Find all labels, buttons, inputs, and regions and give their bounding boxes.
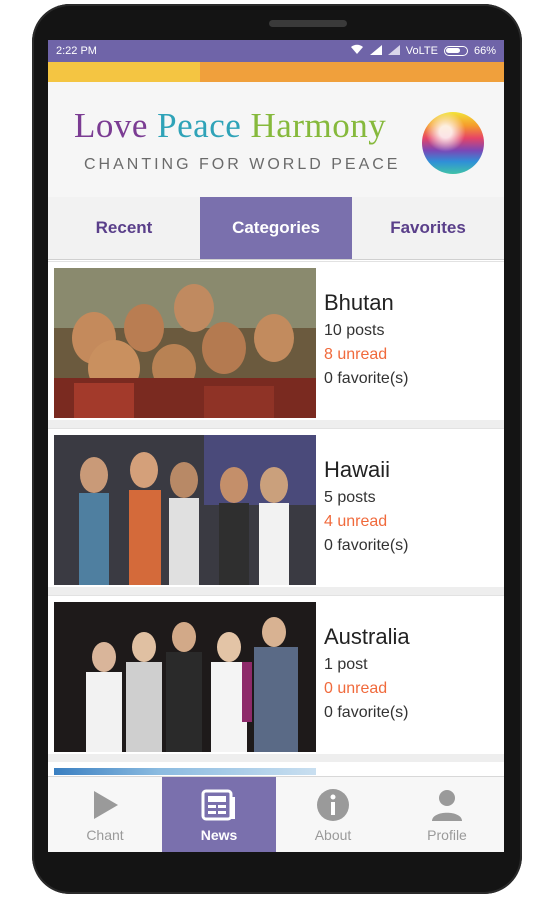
play-icon [90,787,120,823]
category-post-count: 5 posts [324,489,376,506]
newspaper-icon [201,787,237,823]
speaker-grille [269,20,347,27]
category-card-partial[interactable] [48,762,504,775]
tab-categories[interactable]: Categories [200,197,352,259]
rainbow-globe-icon [422,112,484,174]
signal-icon-2 [387,44,400,58]
category-photo [54,268,316,418]
nav-about[interactable]: About [276,777,390,852]
nav-news[interactable]: News [162,777,276,852]
category-card-hawaii[interactable]: Hawaii 5 posts 4 unread 0 favorite(s) [48,428,504,587]
category-photo [54,602,316,752]
app-logo-title: Love Peace Harmony [74,106,387,145]
category-card-australia[interactable]: Australia 1 post 0 unread 0 favorite(s) [48,595,504,754]
status-time: 2:22 PM [56,45,97,57]
category-card-bhutan[interactable]: Bhutan 10 posts 8 unread 0 favorite(s) [48,261,504,420]
category-favorite-count: 0 favorite(s) [324,370,409,387]
category-favorite-count: 0 favorite(s) [324,704,409,721]
nav-profile[interactable]: Profile [390,777,504,852]
info-icon [316,787,350,823]
category-unread-count: 4 unread [324,513,388,530]
status-bar: 2:22 PM VoLTE 66% [48,40,504,62]
brand-header: Love Peace Harmony CHANTING FOR WORLD PE… [48,82,504,197]
category-unread-count: 8 unread [324,346,388,363]
app-screen: 2:22 PM VoLTE 66% Love Peace Harmony CHA… [48,40,504,852]
nav-chant[interactable]: Chant [48,777,162,852]
tab-recent[interactable]: Recent [48,197,200,259]
app-logo-subtitle: CHANTING FOR WORLD PEACE [84,156,401,173]
category-post-count: 10 posts [324,322,385,339]
signal-icon [369,44,382,58]
nav-profile-label: Profile [427,827,467,843]
wifi-icon [350,44,364,58]
network-type: VoLTE [405,45,438,57]
battery-icon [443,46,468,56]
category-photo [54,435,316,585]
category-name: Bhutan [324,290,394,315]
battery-level: 66% [473,45,496,57]
nav-chant-label: Chant [86,827,124,843]
tab-bar: Recent Categories Favorites [48,197,504,260]
category-name: Hawaii [324,457,391,482]
category-post-count: 1 post [324,656,368,673]
tab-favorites[interactable]: Favorites [352,197,504,259]
category-list: Bhutan 10 posts 8 unread 0 favorite(s) H… [48,261,504,775]
category-favorite-count: 0 favorite(s) [324,537,409,554]
accent-stripe [48,62,504,82]
category-unread-count: 0 unread [324,680,388,697]
nav-news-label: News [200,827,238,843]
category-name: Australia [324,624,410,649]
category-photo [54,768,316,775]
bottom-navigation: Chant News About Profile [48,776,504,852]
nav-about-label: About [314,827,352,843]
person-icon [430,787,464,823]
